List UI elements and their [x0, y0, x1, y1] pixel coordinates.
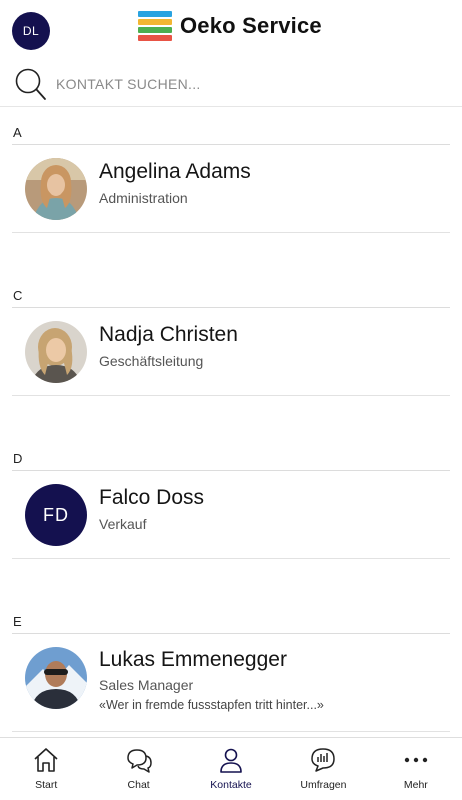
- search-bar: [0, 62, 462, 107]
- tab-chat[interactable]: Chat: [92, 738, 184, 800]
- tab-umfragen[interactable]: Umfragen: [277, 738, 369, 800]
- brand-name: Oeko Service: [180, 13, 322, 38]
- contact-name: Nadja Christen: [99, 323, 238, 346]
- contact-name: Lukas Emmenegger: [99, 648, 287, 671]
- contact-role: Administration: [99, 190, 188, 206]
- search-icon[interactable]: [14, 66, 48, 102]
- tab-start[interactable]: Start: [0, 738, 92, 800]
- tab-kontakte[interactable]: Kontakte: [185, 738, 277, 800]
- contact-role: Geschäftsleitung: [99, 353, 204, 369]
- section-letter: E: [13, 614, 22, 629]
- contact-item-falco-doss[interactable]: FD Falco Doss Verkauf: [12, 471, 450, 559]
- contact-role: Verkauf: [99, 516, 147, 532]
- tab-label: Start: [35, 779, 58, 791]
- contact-avatar: [25, 647, 87, 709]
- tab-bar: Start Chat Kontakte Umfragen Mehr: [0, 737, 462, 800]
- contact-list: A Angelina Adams Administration C Nadja …: [0, 108, 462, 736]
- contact-avatar: [25, 158, 87, 220]
- tab-mehr[interactable]: Mehr: [370, 738, 462, 800]
- contact-name: Falco Doss: [99, 486, 205, 509]
- contact-status: «Wer in fremde fussstapfen tritt hinter.…: [99, 698, 324, 712]
- more-icon: [404, 757, 428, 763]
- brand-logo-icon: [138, 11, 172, 41]
- app-header: DL Oeko Service: [0, 0, 462, 56]
- contact-name: Angelina Adams: [99, 160, 251, 183]
- user-avatar[interactable]: DL: [12, 12, 50, 50]
- tab-label: Kontakte: [210, 779, 252, 791]
- brand: Oeko Service: [138, 11, 322, 41]
- contact-avatar: [25, 321, 87, 383]
- tab-label: Chat: [127, 779, 150, 791]
- tab-label: Mehr: [403, 779, 428, 791]
- contact-item-angelina-adams[interactable]: Angelina Adams Administration: [12, 145, 450, 233]
- contact-role: Sales Manager: [99, 677, 194, 693]
- section-d: D FD Falco Doss Verkauf: [0, 434, 462, 597]
- section-a: A Angelina Adams Administration: [0, 108, 462, 271]
- chat-icon: [126, 749, 152, 773]
- contact-avatar: FD: [25, 484, 87, 546]
- user-initials: DL: [22, 24, 40, 38]
- poll-icon: [311, 748, 336, 772]
- search-input[interactable]: [56, 72, 436, 96]
- contact-item-nadja-christen[interactable]: Nadja Christen Geschäftsleitung: [12, 308, 450, 396]
- contact-initials: FD: [43, 504, 69, 525]
- contact-item-lukas-emmenegger[interactable]: Lukas Emmenegger Sales Manager «Wer in f…: [12, 634, 450, 732]
- home-icon: [34, 748, 58, 772]
- section-letter: D: [13, 451, 23, 466]
- section-c: C Nadja Christen Geschäftsleitung: [0, 271, 462, 434]
- tab-label: Umfragen: [300, 779, 347, 791]
- section-letter: A: [13, 125, 22, 140]
- person-icon: [220, 748, 242, 773]
- section-letter: C: [13, 288, 23, 303]
- section-e: E Lukas Emmenegger Sales Manager «Wer in…: [0, 597, 462, 736]
